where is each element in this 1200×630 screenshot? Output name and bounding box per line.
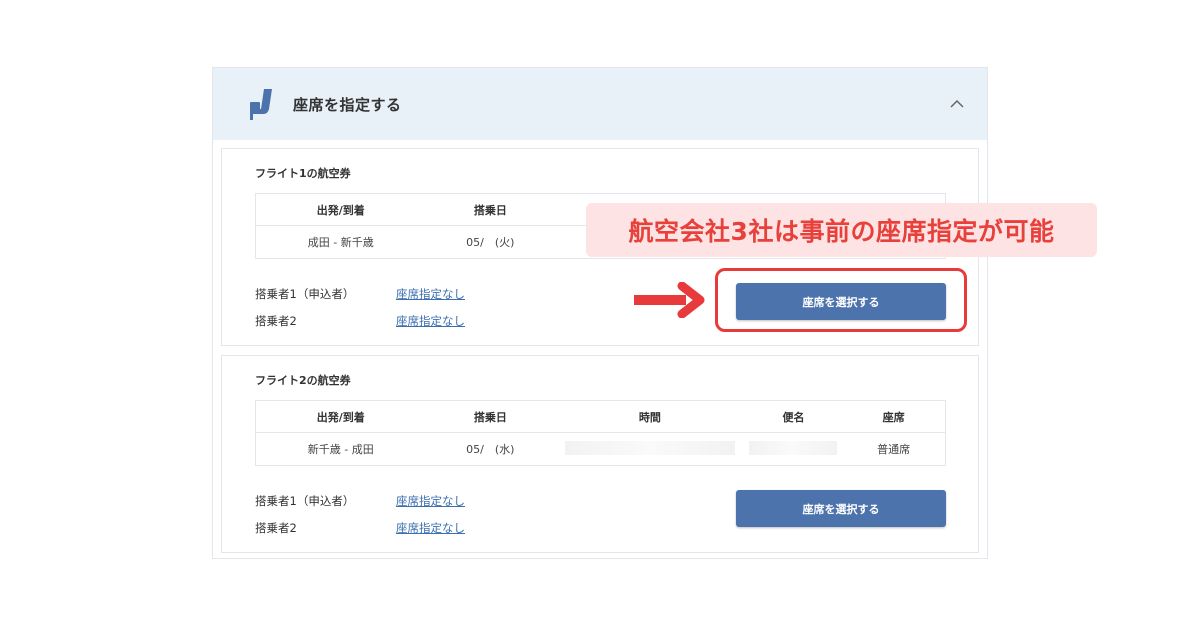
panel-title: 座席を指定する [293, 95, 402, 114]
seat-status-link[interactable]: 座席指定なし [396, 313, 465, 329]
annotation-highlight-box [715, 268, 967, 332]
col-date-header: 搭乗日 [473, 410, 507, 424]
route-cell: 成田 - 新千歳 [307, 236, 374, 249]
date-cell: 05/ (水) [466, 443, 515, 456]
time-cell-redacted [555, 440, 744, 458]
annotation-callout: 航空会社3社は事前の座席指定が可能 [586, 203, 1097, 257]
flight-card-2: フライト2の航空券 出発/到着 搭乗日 時間 便名 座席 新千歳 - 成田 05… [221, 355, 979, 553]
table-row: 新千歳 - 成田 05/ (水) 普通席 [256, 433, 945, 465]
arrow-right-icon [634, 282, 705, 318]
col-seat-header: 座席 [882, 410, 905, 424]
select-seat-button[interactable]: 座席を選択する [736, 490, 946, 527]
passenger-label: 搭乗者1（申込者） [255, 494, 355, 508]
date-cell: 05/ (火) [466, 236, 515, 249]
route-cell: 新千歳 - 成田 [307, 443, 374, 456]
panel-header[interactable]: 座席を指定する [213, 68, 987, 140]
flight-table: 出発/到着 搭乗日 時間 便名 座席 新千歳 - 成田 05/ (水) 普通席 [255, 400, 946, 466]
seat-cell: 普通席 [877, 443, 911, 456]
col-date-header: 搭乗日 [473, 203, 507, 217]
col-flight-header: 便名 [782, 410, 805, 424]
col-route-header: 出発/到着 [316, 203, 365, 217]
chevron-up-icon[interactable] [947, 94, 967, 114]
seat-status-link[interactable]: 座席指定なし [396, 286, 465, 302]
flight-no-cell-redacted [745, 440, 843, 458]
col-time-header: 時間 [638, 410, 661, 424]
flight-title: フライト1の航空券 [255, 167, 351, 180]
seat-status-link[interactable]: 座席指定なし [396, 520, 465, 536]
passenger-label: 搭乗者1（申込者） [255, 287, 355, 301]
seat-icon [250, 89, 272, 120]
col-route-header: 出発/到着 [316, 410, 365, 424]
passenger-label: 搭乗者2 [255, 314, 297, 328]
flight-title: フライト2の航空券 [255, 374, 351, 387]
table-header-row: 出発/到着 搭乗日 時間 便名 座席 [256, 401, 945, 433]
seat-status-link[interactable]: 座席指定なし [396, 493, 465, 509]
passenger-label: 搭乗者2 [255, 521, 297, 535]
